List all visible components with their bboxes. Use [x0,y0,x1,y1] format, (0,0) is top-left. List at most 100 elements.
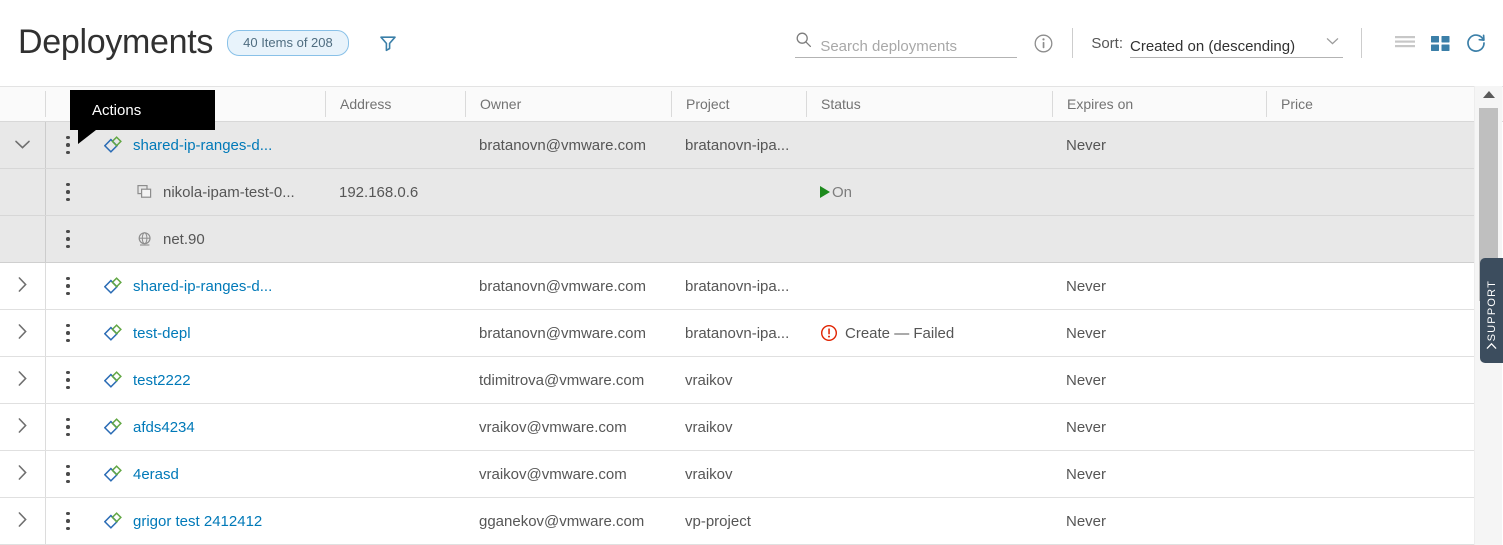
row-actions-kebab-icon[interactable] [66,322,70,345]
page-title: Deployments [18,23,214,61]
chevron-right-icon[interactable] [17,417,28,438]
cell-expand-toggle[interactable] [0,404,45,450]
cell-row-actions[interactable] [45,263,90,309]
cell-row-actions[interactable] [45,357,90,403]
deployment-name-link[interactable]: shared-ip-ranges-d... [133,278,272,295]
cell-row-actions[interactable] [45,498,90,544]
cell-owner: tdimitrova@vmware.com [479,371,645,389]
row-actions-kebab-icon[interactable] [66,510,70,533]
cell-row-actions[interactable] [45,310,90,356]
table-row-group: test2222 tdimitrova@vmware.com vraikov Neve… [0,357,1476,404]
table-row[interactable]: test-depl bratanovn@vmware.com bratanovn-i… [0,310,1476,357]
row-actions-kebab-icon[interactable] [66,181,70,204]
cell-name: afds4234 [90,404,325,450]
search-box[interactable] [795,29,1018,58]
table-body: shared-ip-ranges-d... bratanovn@vmware.co… [0,122,1503,545]
column-header-address[interactable]: Address [325,91,465,117]
table-row[interactable]: shared-ip-ranges-d... bratanovn@vmware.co… [0,263,1476,310]
deployment-name-link[interactable]: test2222 [133,372,191,389]
cell-status: Create — Failed [806,310,1052,356]
cell-price [1266,310,1476,356]
table-row-group: test-depl bratanovn@vmware.com bratanovn-i… [0,310,1476,357]
filter-funnel-icon[interactable] [375,30,401,56]
table-row[interactable]: 4erasd vraikov@vmware.com vraikov Never [0,451,1476,498]
deployment-name-link[interactable]: test-depl [133,325,191,342]
table-row[interactable]: test2222 tdimitrova@vmware.com vraikov Neve… [0,357,1476,404]
deployment-name-link[interactable]: grigor test 2412412 [133,513,262,530]
cell-owner: bratanovn@vmware.com [479,277,646,295]
deployment-icon [104,276,124,296]
cell-project [671,169,806,215]
cell-price [1266,451,1476,497]
row-actions-kebab-icon[interactable] [66,134,70,157]
support-tab-label: SUPPORT [1485,279,1498,342]
cell-project [671,216,806,262]
column-header-expand [0,91,45,117]
cell-price [1266,169,1476,215]
chevron-right-icon[interactable] [17,323,28,344]
cell-expand-toggle [0,169,45,215]
cell-expires-on: Never [1066,371,1107,389]
cell-owner: bratanovn@vmware.com [479,136,646,154]
deployment-name-link[interactable]: shared-ip-ranges-d... [133,137,272,154]
cell-expand-toggle[interactable] [0,122,45,168]
status-badge: On [820,184,852,201]
cell-price [1266,357,1476,403]
cell-expires-on: Never [1066,324,1107,342]
machine-icon [136,183,154,201]
cell-price [1266,122,1476,168]
refresh-icon[interactable] [1465,32,1487,54]
chevron-right-icon[interactable] [17,276,28,297]
cell-expand-toggle[interactable] [0,263,45,309]
grid-view-icon[interactable] [1430,34,1451,53]
network-icon [136,230,154,248]
cell-row-actions[interactable] [45,451,90,497]
row-actions-kebab-icon[interactable] [66,463,70,486]
cell-expand-toggle[interactable] [0,451,45,497]
cell-row-actions[interactable] [45,404,90,450]
search-input[interactable] [820,37,1011,55]
chevron-right-icon[interactable] [17,370,28,391]
sort-select[interactable]: Created on (descending) [1130,29,1343,58]
cell-expand-toggle[interactable] [0,498,45,544]
table-row[interactable]: net.90 [0,216,1476,263]
cell-status [806,451,1052,497]
column-header-expires-on[interactable]: Expires on [1052,91,1266,117]
chevron-right-icon[interactable] [17,511,28,532]
list-view-icon[interactable] [1394,34,1416,52]
deployment-name-link[interactable]: afds4234 [133,419,195,436]
table-row[interactable]: nikola-ipam-test-0... 192.168.0.6 On [0,169,1476,216]
sort-label: Sort: [1091,34,1123,52]
cell-expand-toggle[interactable] [0,310,45,356]
row-actions-kebab-icon[interactable] [66,369,70,392]
cell-status [806,404,1052,450]
column-header-owner[interactable]: Owner [465,91,671,117]
deployment-icon [104,323,124,343]
chevron-right-icon[interactable] [17,464,28,485]
table-row[interactable]: shared-ip-ranges-d... bratanovn@vmware.co… [0,122,1476,169]
deployment-icon [104,135,124,155]
info-circle-icon[interactable] [1033,33,1054,54]
cell-expires-on: Never [1066,418,1107,436]
cell-row-actions[interactable] [45,169,90,215]
toolbar-divider-2 [1361,28,1362,58]
cell-expand-toggle[interactable] [0,357,45,403]
scroll-up-arrow-icon[interactable] [1475,86,1502,103]
chevron-down-icon[interactable] [14,137,31,154]
cell-row-actions[interactable] [45,216,90,262]
cell-expires-on: Never [1066,512,1107,530]
cell-status [806,122,1052,168]
table-row[interactable]: grigor test 2412412 gganekov@vmware.com vp… [0,498,1476,545]
deployment-icon [104,370,124,390]
cell-price [1266,216,1476,262]
support-tab[interactable]: SUPPORT [1480,258,1503,363]
column-header-project[interactable]: Project [671,91,806,117]
table-row-group: afds4234 vraikov@vmware.com vraikov Never [0,404,1476,451]
row-actions-kebab-icon[interactable] [66,416,70,439]
table-row[interactable]: afds4234 vraikov@vmware.com vraikov Never [0,404,1476,451]
row-actions-kebab-icon[interactable] [66,275,70,298]
column-header-price[interactable]: Price [1266,91,1476,117]
deployment-name-link[interactable]: 4erasd [133,466,179,483]
column-header-status[interactable]: Status [806,91,1052,117]
row-actions-kebab-icon[interactable] [66,228,70,251]
